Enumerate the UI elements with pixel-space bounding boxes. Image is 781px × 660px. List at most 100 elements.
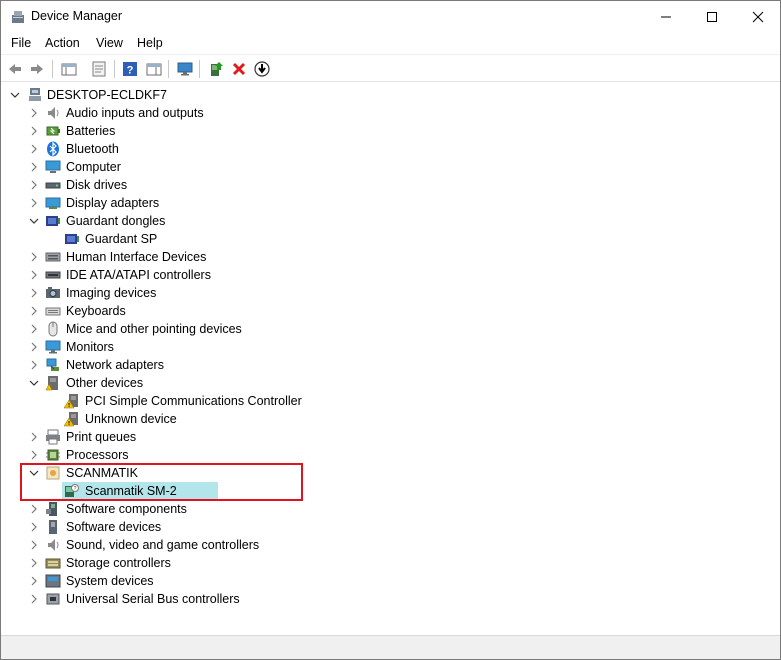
tree-category-row[interactable]: Universal Serial Bus controllers — [1, 590, 321, 608]
toolbar-separator — [52, 60, 53, 78]
computer-icon — [45, 160, 61, 173]
tree-category-row[interactable]: Print queues — [1, 428, 321, 446]
tree-category-row[interactable]: Disk drives — [1, 176, 321, 194]
tree-category-row[interactable]: IDE ATA/ATAPI controllers — [1, 266, 321, 284]
tree-category-row[interactable]: Human Interface Devices — [1, 248, 321, 266]
tree-category-row[interactable]: Monitors — [1, 338, 321, 356]
show-hide-console-tree-button[interactable] — [59, 59, 79, 79]
expand-chevron-icon[interactable] — [29, 536, 39, 554]
uninstall-button[interactable] — [229, 59, 249, 79]
uninstall-icon — [232, 62, 246, 76]
expand-chevron-icon[interactable] — [29, 428, 39, 446]
tree-device-row[interactable]: Guardant SP — [1, 230, 321, 248]
expand-chevron-icon[interactable] — [29, 284, 39, 302]
warning-device-icon — [64, 412, 78, 427]
disk-icon — [45, 182, 61, 189]
collapse-chevron-icon[interactable] — [29, 374, 39, 392]
tree-item-label: Disk drives — [66, 178, 128, 192]
tree-item-label: Audio inputs and outputs — [66, 106, 204, 120]
toolbar-separator — [199, 60, 200, 78]
maximize-button[interactable] — [689, 1, 735, 32]
monitor-button[interactable] — [175, 59, 195, 79]
tree-category-row[interactable]: Sound, video and game controllers — [1, 536, 321, 554]
collapse-chevron-icon[interactable] — [29, 212, 39, 230]
toolbar-separator — [168, 60, 169, 78]
tree-category-row[interactable]: Batteries — [1, 122, 321, 140]
tree-device-row[interactable]: Unknown device — [1, 410, 321, 428]
tree-category-row[interactable]: Other devices — [1, 374, 321, 392]
expand-chevron-icon[interactable] — [29, 320, 39, 338]
tree-category-row[interactable]: Storage controllers — [1, 554, 321, 572]
tree-category-row[interactable]: Mice and other pointing devices — [1, 320, 321, 338]
tree-category-row[interactable]: Software devices — [1, 518, 321, 536]
expand-chevron-icon[interactable] — [29, 518, 39, 536]
expand-chevron-icon[interactable] — [29, 140, 39, 158]
tree-category-row[interactable]: Processors — [1, 446, 321, 464]
window-title: Device Manager — [31, 9, 123, 23]
expand-chevron-icon[interactable] — [29, 194, 39, 212]
mouse-icon — [48, 321, 58, 337]
expand-chevron-icon[interactable] — [29, 302, 39, 320]
expand-chevron-icon[interactable] — [29, 338, 39, 356]
expand-chevron-icon[interactable] — [29, 572, 39, 590]
tree-category-row[interactable]: Network adapters — [1, 356, 321, 374]
menu-file[interactable]: File — [11, 36, 31, 50]
tree-category-row[interactable]: Software components — [1, 500, 321, 518]
menu-view[interactable]: View — [96, 36, 123, 50]
device-manager-app-icon — [12, 11, 24, 23]
help-button[interactable]: ? — [120, 59, 140, 79]
scan-hardware-icon — [254, 61, 270, 77]
tree-category-row[interactable]: Bluetooth — [1, 140, 321, 158]
back-button[interactable] — [5, 59, 25, 79]
device-tree[interactable]: DESKTOP-ECLDKF7 Audio inputs and outputs… — [1, 82, 780, 635]
close-button[interactable] — [735, 1, 781, 32]
collapse-chevron-icon[interactable] — [10, 86, 20, 104]
expand-chevron-icon[interactable] — [29, 122, 39, 140]
menu-action[interactable]: Action — [45, 36, 80, 50]
tree-category-row[interactable]: Keyboards — [1, 302, 321, 320]
minimize-button[interactable] — [643, 1, 689, 32]
tree-item-label: Bluetooth — [66, 142, 119, 156]
printer-icon — [46, 429, 60, 445]
expand-chevron-icon[interactable] — [29, 158, 39, 176]
expand-chevron-icon[interactable] — [29, 590, 39, 608]
hid-icon — [45, 252, 61, 262]
expand-chevron-icon[interactable] — [29, 500, 39, 518]
forward-icon — [31, 64, 43, 74]
expand-chevron-icon[interactable] — [29, 446, 39, 464]
toolbar-separator — [114, 60, 115, 78]
expand-chevron-icon[interactable] — [29, 248, 39, 266]
tree-category-row[interactable]: Computer — [1, 158, 321, 176]
expand-chevron-icon[interactable] — [29, 176, 39, 194]
expand-chevron-icon[interactable] — [29, 104, 39, 122]
expand-chevron-icon[interactable] — [29, 266, 39, 284]
title-bar: Device Manager — [1, 1, 780, 32]
menu-help[interactable]: Help — [137, 36, 163, 50]
ide-icon — [45, 271, 61, 279]
network-icon — [46, 358, 59, 371]
action-pane-button[interactable] — [144, 59, 164, 79]
tree-device-row[interactable]: PCI Simple Communications Controller — [1, 392, 321, 410]
sound-icon — [48, 539, 59, 551]
tree-category-row[interactable]: Imaging devices — [1, 284, 321, 302]
forward-button[interactable] — [27, 59, 47, 79]
tree-category-row[interactable]: Guardant dongles — [1, 212, 321, 230]
tree-item-label: Processors — [66, 448, 129, 462]
tree-category-row[interactable]: Display adapters — [1, 194, 321, 212]
scan-hardware-button[interactable] — [252, 59, 272, 79]
tree-category-row[interactable]: System devices — [1, 572, 321, 590]
monitor-icon — [45, 340, 61, 354]
tree-root-label: DESKTOP-ECLDKF7 — [47, 88, 167, 102]
tree-item-label: System devices — [66, 574, 154, 588]
update-driver-button[interactable] — [206, 59, 226, 79]
tree-category-row[interactable]: Audio inputs and outputs — [1, 104, 321, 122]
expand-chevron-icon[interactable] — [29, 356, 39, 374]
tree-item-label: Display adapters — [66, 196, 160, 210]
expand-chevron-icon[interactable] — [29, 554, 39, 572]
tree-root[interactable]: DESKTOP-ECLDKF7 — [1, 86, 301, 104]
properties-button[interactable] — [89, 59, 109, 79]
svg-text:?: ? — [127, 65, 134, 77]
tree-item-label: Storage controllers — [66, 556, 171, 570]
close-icon — [752, 11, 764, 22]
show-hide-console-tree-icon — [61, 63, 77, 76]
